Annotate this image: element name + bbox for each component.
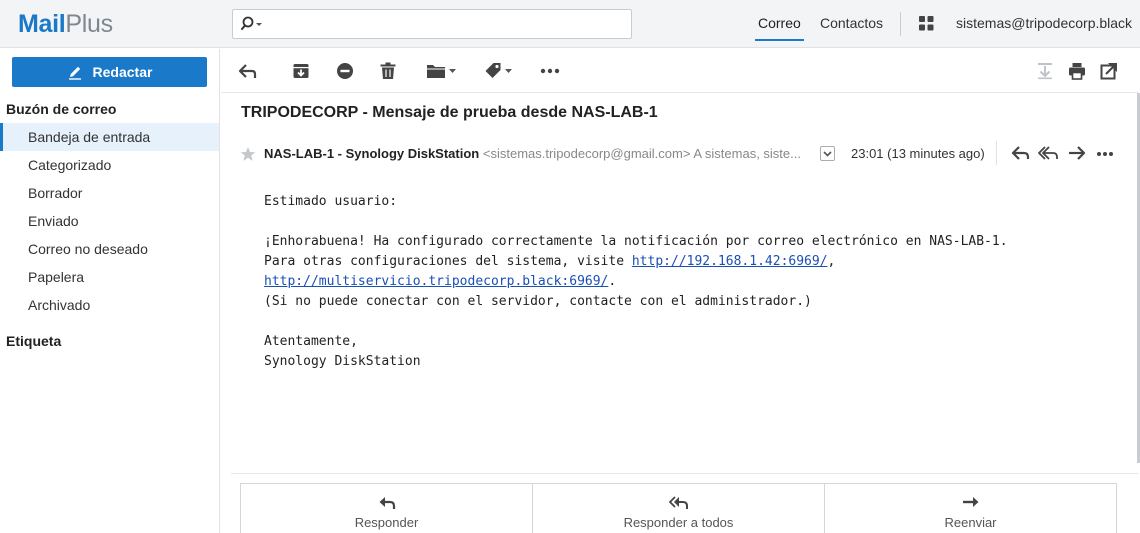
print-icon[interactable] — [1068, 59, 1086, 83]
body-line-2-suffix: , — [827, 254, 836, 269]
back-arrow-icon[interactable] — [238, 59, 258, 83]
block-icon[interactable] — [336, 59, 354, 83]
sidebar-item-spam[interactable]: Correo no deseado — [0, 235, 219, 263]
tab-correo[interactable]: Correo — [755, 15, 804, 41]
message-time: 23:01 (13 minutes ago) — [851, 146, 985, 161]
more-icon[interactable] — [540, 59, 560, 83]
account-menu[interactable]: sistemas@tripodecorp.black — [956, 15, 1132, 31]
sender-address: <sistemas.tripodecorp@gmail.com> — [482, 146, 691, 161]
app-logo[interactable]: Mail Plus — [18, 8, 113, 40]
top-divider — [900, 12, 901, 36]
body-closing: Atentamente, — [264, 334, 358, 349]
search-input[interactable] — [269, 11, 631, 37]
sidebar-item-categorized[interactable]: Categorizado — [0, 151, 219, 179]
star-icon[interactable] — [240, 146, 256, 162]
folder-list: Bandeja de entrada Categorizado Borrador… — [0, 123, 219, 319]
search-box[interactable] — [232, 9, 632, 39]
reply-icon[interactable] — [1011, 144, 1031, 162]
top-bar: Mail Plus Correo Contactos sistemas@tripo… — [0, 0, 1140, 48]
sidebar: Redactar Buzón de correo Bandeja de entr… — [0, 49, 220, 533]
body-signature: Synology DiskStation — [264, 354, 421, 369]
sidebar-item-drafts[interactable]: Borrador — [0, 179, 219, 207]
expand-recipients-button[interactable] — [820, 146, 835, 161]
compose-label: Redactar — [92, 64, 153, 80]
divider — [231, 473, 1138, 474]
reply-label: Responder — [354, 515, 419, 530]
reply-button[interactable]: Responder — [241, 484, 533, 533]
reply-icon — [378, 496, 396, 515]
body-greeting: Estimado usuario: — [264, 194, 398, 209]
message-header: NAS-LAB-1 - Synology DiskStation <sistem… — [221, 139, 1138, 169]
body-line-1: ¡Enhorabuena! Ha configurado correctamen… — [264, 234, 1008, 249]
message-toolbar — [221, 49, 1138, 93]
tab-contactos[interactable]: Contactos — [820, 15, 883, 31]
reply-bar: Responder Responder a todos Reenviar — [240, 483, 1117, 533]
pencil-icon — [67, 64, 93, 80]
folder-icon[interactable] — [426, 59, 456, 83]
search-icon[interactable] — [241, 16, 263, 32]
labels-heading[interactable]: Etiqueta — [6, 333, 61, 349]
recipients: A sistemas, siste... — [693, 146, 801, 161]
forward-icon — [962, 496, 980, 515]
reply-all-button[interactable]: Responder a todos — [533, 484, 825, 533]
sender-name[interactable]: NAS-LAB-1 - Synology DiskStation — [264, 146, 479, 161]
sidebar-item-sent[interactable]: Enviado — [0, 207, 219, 235]
download-icon[interactable] — [1036, 59, 1054, 83]
message-pane: TRIPODECORP - Mensaje de prueba desde NA… — [221, 49, 1140, 533]
sender-line: NAS-LAB-1 - Synology DiskStation <sistem… — [264, 146, 801, 161]
header-divider — [996, 141, 997, 165]
compose-button[interactable]: Redactar — [12, 57, 207, 87]
reply-all-icon — [668, 496, 689, 515]
body-line-3-suffix: . — [608, 274, 617, 289]
trash-icon[interactable] — [379, 59, 397, 83]
apps-grid-icon[interactable] — [919, 16, 934, 31]
mailbox-heading[interactable]: Buzón de correo — [6, 101, 116, 117]
archive-icon[interactable] — [292, 59, 310, 83]
link-multiservicio[interactable]: http://multiservicio.tripodecorp.black:6… — [264, 274, 608, 289]
message-subject: TRIPODECORP - Mensaje de prueba desde NA… — [241, 104, 658, 121]
sidebar-item-inbox[interactable]: Bandeja de entrada — [0, 123, 219, 151]
link-local-ip[interactable]: http://192.168.1.42:6969/ — [632, 254, 828, 269]
reply-all-label: Responder a todos — [623, 515, 734, 530]
tag-icon[interactable] — [484, 59, 512, 83]
logo-primary: Mail — [18, 9, 66, 38]
message-body: Estimado usuario: ¡Enhorabuena! Ha confi… — [264, 192, 1008, 372]
sidebar-item-archived[interactable]: Archivado — [0, 291, 219, 319]
body-line-2-prefix: Para otras configuraciones del sistema, … — [264, 254, 632, 269]
forward-label: Reenviar — [944, 515, 997, 530]
open-window-icon[interactable] — [1100, 59, 1118, 83]
sidebar-item-trash[interactable]: Papelera — [0, 263, 219, 291]
body-line-4: (Si no puede conectar con el servidor, c… — [264, 294, 812, 309]
forward-icon[interactable] — [1067, 144, 1087, 162]
forward-button[interactable]: Reenviar — [825, 484, 1116, 533]
message-more-icon[interactable] — [1096, 151, 1114, 157]
logo-secondary: Plus — [65, 9, 113, 38]
reply-all-icon[interactable] — [1038, 144, 1060, 162]
